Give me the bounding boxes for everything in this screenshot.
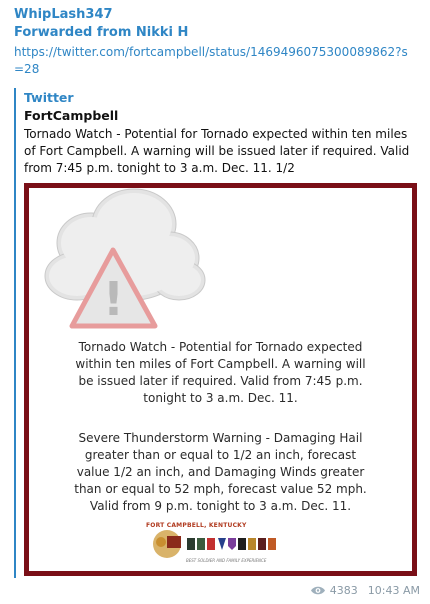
sender-name[interactable]: WhipLash347	[14, 7, 113, 22]
fort-campbell-logo	[153, 530, 276, 558]
preview-description: Tornado Watch - Potential for Tornado ex…	[24, 127, 410, 175]
eye-icon	[310, 586, 325, 595]
forwarded-message: WhipLash347 Forwarded from Nikki H https…	[0, 0, 430, 604]
forwarded-from[interactable]: Forwarded from Nikki H	[14, 25, 188, 40]
view-count: 4383	[329, 584, 358, 597]
preview-image[interactable]: ! Tornado Watch - Potential for Tornado …	[24, 183, 417, 576]
preview-site-name: Twitter	[24, 90, 74, 105]
preview-accent-bar	[14, 88, 16, 578]
logo-title: FORT CAMPBELL, KENTUCKY	[146, 522, 247, 529]
thunderstorm-warning-text: Severe Thunderstorm Warning - Damaging H…	[74, 431, 367, 513]
preview-title: FortCampbell	[24, 108, 119, 123]
tornado-watch-text: Tornado Watch - Potential for Tornado ex…	[75, 340, 366, 405]
logo-subtitle: BEST SOLDIER AND FAMILY EXPERIENCE	[186, 558, 267, 563]
tweet-link[interactable]: https://twitter.com/fortcampbell/status/…	[14, 44, 414, 78]
message-time: 10:43 AM	[367, 584, 420, 597]
message-meta: 4383 10:43 AM	[310, 584, 420, 597]
warning-exclamation: !	[103, 272, 124, 326]
